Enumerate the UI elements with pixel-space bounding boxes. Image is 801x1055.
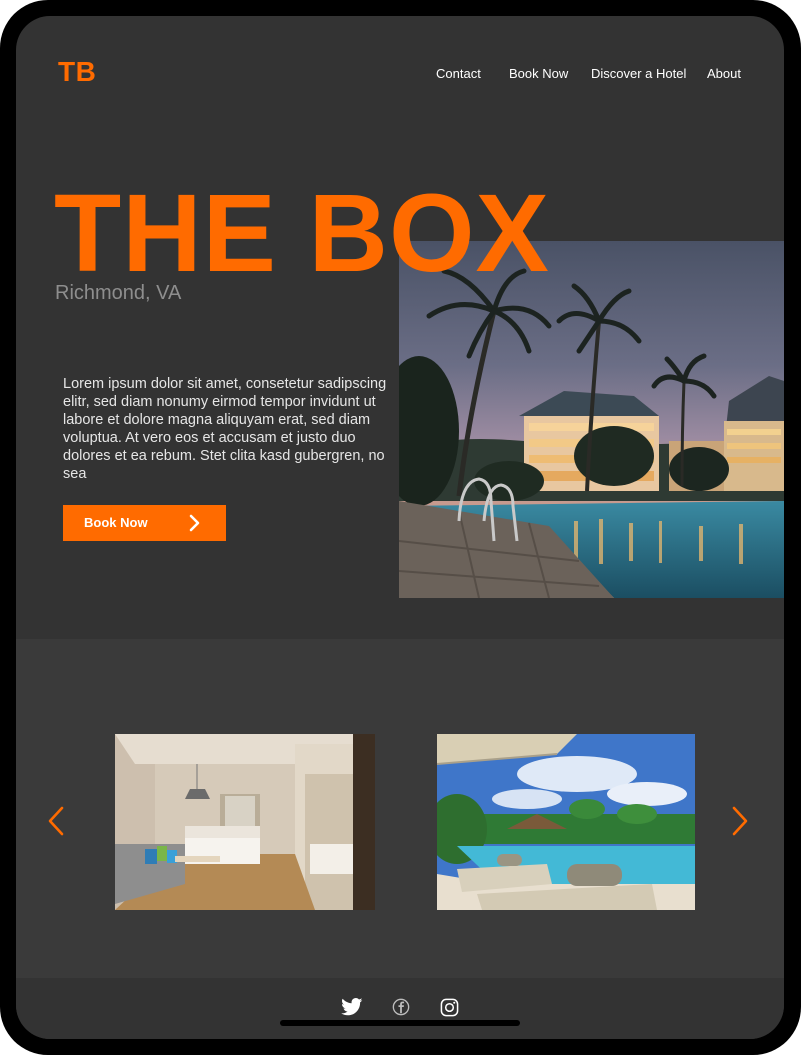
hotel-room-photo[interactable] (115, 734, 375, 910)
footer (16, 978, 784, 1039)
chevron-left-icon (48, 806, 64, 836)
hotel-location: Richmond, VA (55, 282, 182, 304)
nav-book-now[interactable]: Book Now (509, 66, 568, 81)
home-indicator (280, 1020, 520, 1026)
instagram-link[interactable] (440, 998, 459, 1022)
logo[interactable]: TB (58, 56, 96, 88)
facebook-icon (392, 998, 410, 1016)
chevron-right-icon (189, 514, 200, 532)
nav-discover-hotel[interactable]: Discover a Hotel (591, 66, 686, 81)
carousel-prev-button[interactable] (47, 806, 65, 841)
chevron-right-icon (732, 806, 748, 836)
screen: TB Contact Book Now Discover a Hotel Abo… (16, 16, 784, 1039)
twitter-link[interactable] (341, 998, 363, 1021)
facebook-link[interactable] (392, 998, 410, 1021)
photo-carousel (16, 639, 784, 978)
hotel-title: THE BOX (54, 172, 550, 295)
instagram-icon (440, 998, 459, 1017)
hotel-description: Lorem ipsum dolor sit amet, consetetur s… (63, 376, 387, 482)
nav-about[interactable]: About (707, 66, 741, 81)
nav-contact[interactable]: Contact (436, 66, 481, 81)
twitter-icon (341, 998, 363, 1016)
resort-pool-photo[interactable] (437, 734, 695, 910)
carousel-next-button[interactable] (731, 806, 749, 841)
book-now-button[interactable]: Book Now (63, 505, 226, 541)
book-now-button-label: Book Now (84, 515, 148, 530)
tablet-frame: TB Contact Book Now Discover a Hotel Abo… (0, 0, 801, 1055)
